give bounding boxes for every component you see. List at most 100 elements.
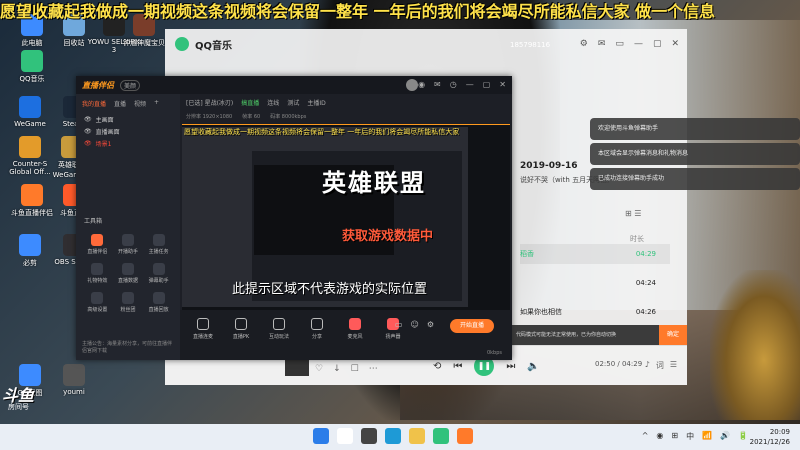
tray-icon[interactable]: 中 (686, 431, 694, 442)
like-icon[interactable]: ♡ (315, 364, 323, 374)
control-label: 扬声器 (385, 334, 401, 340)
tool-label: 主播任务 (148, 249, 169, 255)
control-icon (311, 318, 323, 330)
toolbox-item[interactable]: 直播伴侣 (82, 234, 113, 255)
control-button[interactable]: 直播PK (226, 318, 256, 340)
close-icon[interactable]: ✕ (499, 80, 506, 89)
taskbar-apps (313, 428, 473, 444)
taskbar: ^ ◉ ⊞ 中 📶 🔊 🔋 20:09 2021/12/26 (0, 424, 800, 450)
go-live-button[interactable]: 开始直播 (450, 319, 494, 333)
desktop-icon[interactable]: youmi (46, 364, 102, 396)
toolbox-item[interactable]: 主播任务 (143, 234, 174, 255)
scene-item[interactable]: 👁 场景1 (76, 137, 180, 149)
stream-title[interactable]: 搞直播 (241, 98, 259, 107)
tray-icon[interactable]: 📶 (702, 431, 712, 442)
toolbox-item[interactable]: 开播助手 (113, 234, 144, 255)
task-view-icon[interactable] (361, 428, 377, 444)
tray-icon[interactable]: 🔋 (738, 431, 748, 442)
visibility-icon[interactable]: 👁 (84, 140, 92, 147)
clock[interactable]: 20:09 2021/12/26 (750, 427, 790, 447)
desktop-icon-label: 钟馗神魔宝贝 (123, 39, 165, 47)
control-right-icons: ▭ ☺ ⚙ (395, 320, 434, 329)
tray-icon[interactable]: ^ (642, 431, 649, 442)
track-row[interactable]: 稻香 04:29 (520, 244, 670, 264)
qq-music-user-id[interactable]: 185798116 (510, 41, 550, 49)
stream-preview[interactable]: 愿望收藏起我做成一期视频这条视频将会保留一整年 一年后的我们将会竭尽所能私信大家… (182, 124, 510, 310)
control-button[interactable]: 分享 (302, 318, 332, 340)
tab-my-live[interactable]: 我的直播 (82, 99, 106, 108)
toolbox-item[interactable]: 礼物特效 (82, 263, 113, 284)
settings-icon[interactable]: ⚙ (580, 39, 588, 49)
toolbox-item[interactable]: 高级设置 (82, 292, 113, 313)
toolbox-item[interactable]: 弹幕助手 (143, 263, 174, 284)
game-title-overlay: 英雄联盟 (322, 169, 426, 197)
sound-effect-icon[interactable]: ♪ (645, 360, 650, 371)
loop-mode-icon[interactable]: ⟲ (433, 361, 441, 372)
toolbox-item[interactable]: 直播回放 (143, 292, 174, 313)
skin-icon[interactable]: ◉ (418, 80, 425, 89)
control-button[interactable]: 互动玩法 (264, 318, 294, 340)
toolbox-item[interactable]: 直播数据 (113, 263, 144, 284)
tool-label: 粉丝团 (120, 307, 136, 313)
scene-list: 👁 主画面 👁 直播画面 👁 场景1 (76, 113, 180, 149)
search-icon[interactable] (337, 428, 353, 444)
file-explorer-icon[interactable] (409, 428, 425, 444)
close-icon[interactable]: ✕ (671, 39, 679, 49)
windows-start-icon[interactable] (313, 428, 329, 444)
qq-music-icon[interactable] (433, 428, 449, 444)
track-duration: 04:29 (635, 250, 656, 258)
tab-video[interactable]: 视频 (134, 99, 146, 108)
add-scene-button[interactable]: + (154, 99, 159, 108)
maximize-icon[interactable]: ▢ (483, 80, 491, 89)
more-icon[interactable]: ⋯ (369, 364, 378, 374)
visibility-icon[interactable]: 👁 (84, 116, 92, 123)
track-row[interactable]: 如果你也相信 04:26 (520, 302, 670, 322)
toolbox-item[interactable]: 粉丝团 (113, 292, 144, 313)
tray-icon[interactable]: 🔊 (720, 431, 730, 442)
maximize-icon[interactable]: ▢ (653, 39, 662, 49)
tool-icon (91, 234, 104, 246)
track-row[interactable]: 04:24 (520, 273, 670, 293)
previous-icon[interactable]: ⏮ (453, 361, 462, 372)
list-sort-controls[interactable]: ⊞ ☰ (625, 209, 641, 218)
minimize-icon[interactable]: — (466, 80, 474, 89)
playlist-icon[interactable]: ☰ (670, 360, 677, 371)
game-category[interactable]: [已选] 星战(冰刃) (186, 98, 233, 107)
control-button[interactable]: 直播连麦 (188, 318, 218, 340)
desktop-icon[interactable]: QQ音乐 (4, 50, 60, 84)
test-button[interactable]: 测试 (287, 98, 299, 107)
danmu-banner: 愿望收藏起我做成一期视频这条视频将会保留一整年 一年后的我们将会竭尽所能私信大家… (0, 2, 716, 21)
message-icon[interactable]: ✉ (434, 80, 441, 89)
tray-icon[interactable]: ⊞ (671, 431, 678, 442)
scene-item[interactable]: 👁 直播画面 (76, 125, 180, 137)
mail-icon[interactable]: ✉ (598, 39, 606, 49)
camera-icon[interactable]: ▭ (395, 320, 403, 329)
settings-icon[interactable]: ⚙ (427, 320, 434, 329)
visibility-icon[interactable]: 👁 (84, 128, 92, 135)
streamer-titlebar[interactable]: 直播伴侣 美颜 ◉ ✉ ◷ — ▢ ✕ (76, 76, 512, 94)
version-badge[interactable]: 美颜 (120, 79, 141, 91)
link-mic-button[interactable]: 连线 (267, 98, 279, 107)
streamer-window[interactable]: 直播伴侣 美颜 ◉ ✉ ◷ — ▢ ✕ 我的直播 直播 视频 + 👁 主画面 👁 直播… (76, 76, 512, 360)
tray-icon[interactable]: ◉ (656, 431, 663, 442)
mode-switch-text: 代码模式可能无法正常使用，已为你自动切换 (516, 332, 617, 338)
scene-label: 场景1 (95, 140, 112, 148)
volume-icon[interactable]: 🔈 (527, 361, 539, 372)
edge-icon[interactable] (385, 428, 401, 444)
system-tray: ^ ◉ ⊞ 中 📶 🔊 🔋 (642, 431, 748, 442)
resolution-text: 分辨率 1920×1080 (186, 113, 233, 120)
scene-item[interactable]: 👁 主画面 (76, 113, 180, 125)
comment-icon[interactable]: ☐ (351, 364, 359, 374)
lyrics-icon[interactable]: 词 (656, 360, 664, 371)
tab-live[interactable]: 直播 (114, 99, 126, 108)
download-icon[interactable]: ↓ (333, 364, 341, 374)
douyu-icon[interactable] (457, 428, 473, 444)
minimize-icon[interactable]: — (634, 39, 643, 49)
history-icon[interactable]: ◷ (450, 80, 457, 89)
beauty-icon[interactable]: ☺ (410, 320, 418, 329)
confirm-button[interactable]: 确定 (659, 325, 687, 345)
mini-mode-icon[interactable]: ▭ (615, 39, 624, 49)
next-icon[interactable]: ⏭ (506, 361, 515, 372)
control-button[interactable]: 麦克风 (340, 318, 370, 340)
avatar[interactable] (406, 79, 418, 91)
